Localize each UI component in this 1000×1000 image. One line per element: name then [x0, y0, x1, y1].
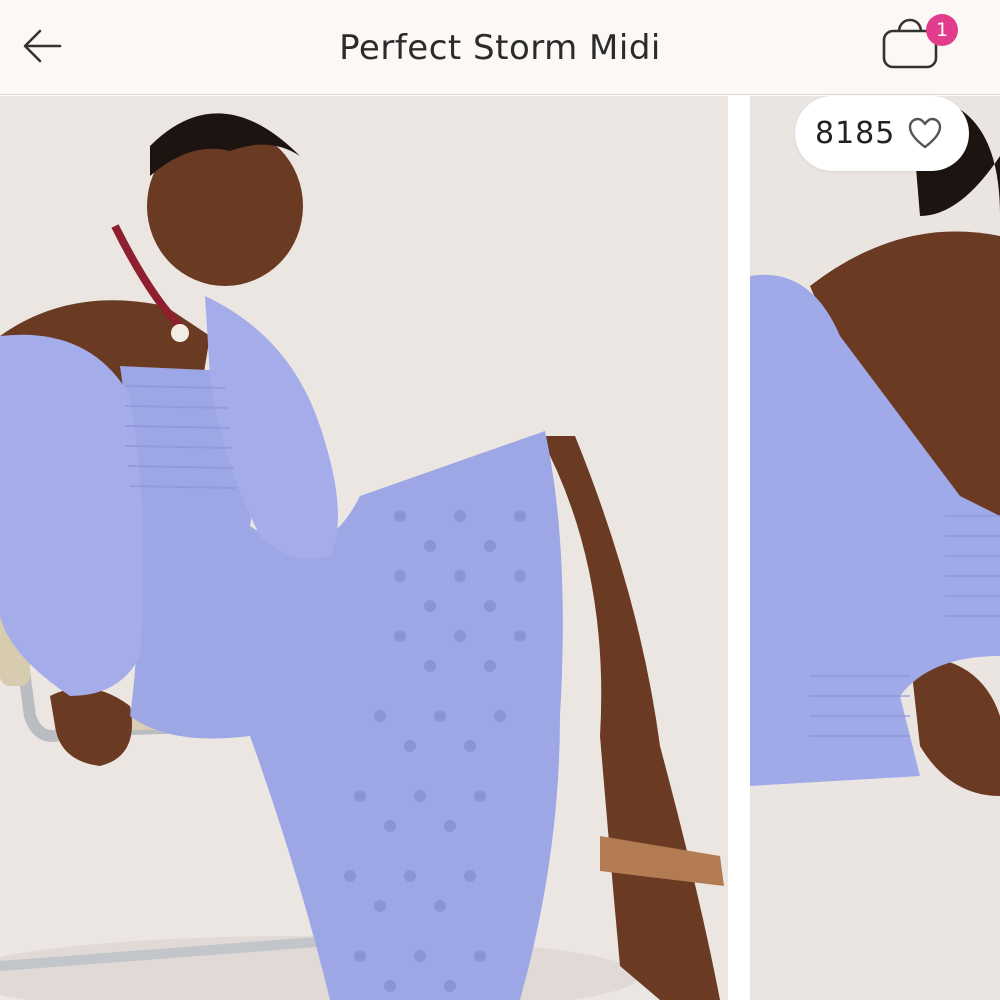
heart-outline-icon [907, 116, 943, 152]
likes-count: 8185 [815, 116, 896, 151]
cart-count-badge: 1 [926, 14, 958, 46]
like-button[interactable]: 8185 [795, 96, 969, 171]
shopping-bag-button[interactable]: 1 [878, 8, 968, 78]
product-image-secondary[interactable] [750, 96, 1000, 1000]
product-image-gallery[interactable] [0, 96, 1000, 1000]
product-image-main[interactable] [0, 96, 728, 1000]
top-bar: Perfect Storm Midi 1 [0, 0, 1000, 95]
back-button[interactable] [18, 22, 66, 70]
product-photo [0, 96, 728, 1000]
product-photo-detail [750, 96, 1000, 1000]
arrow-left-icon [23, 29, 62, 63]
page-title: Perfect Storm Midi [339, 27, 661, 68]
